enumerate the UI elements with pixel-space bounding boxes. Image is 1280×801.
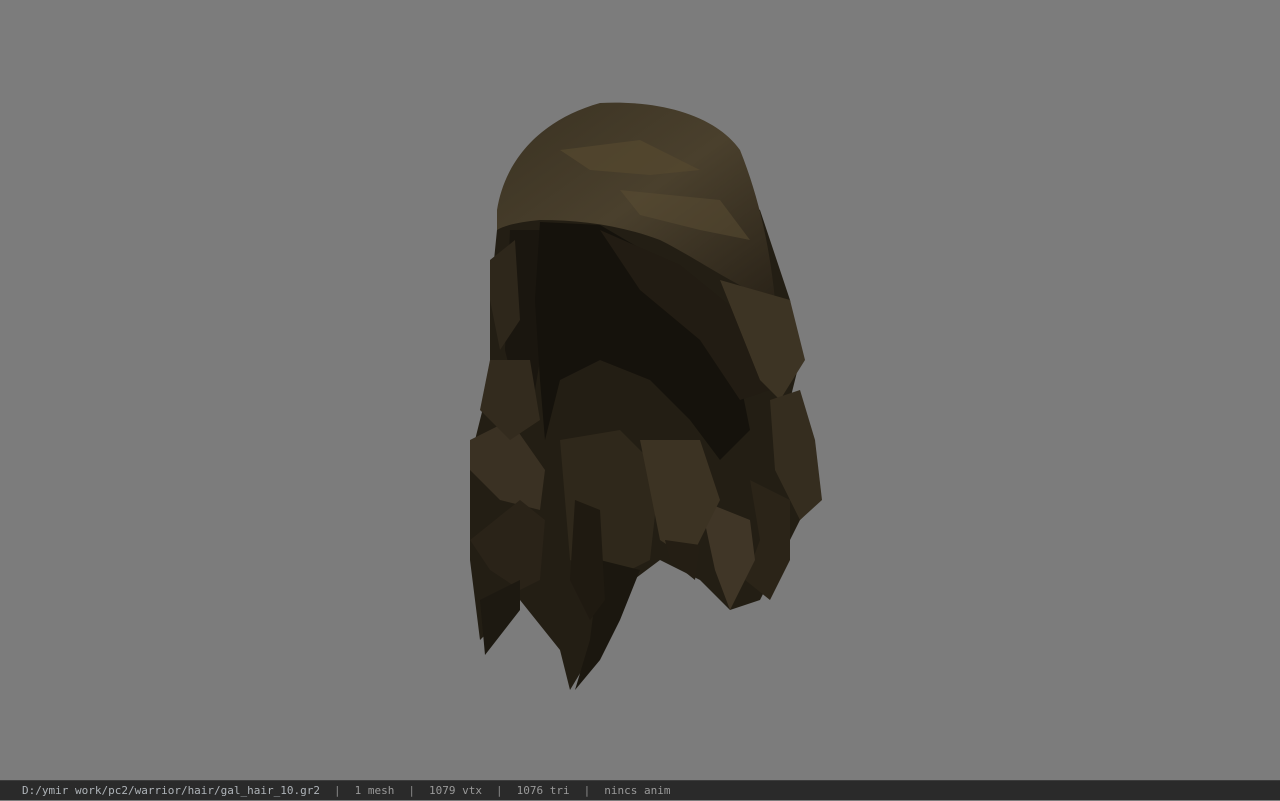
file-path: D:/ymir work/pc2/warrior/hair/gal_hair_1… [22, 784, 321, 797]
animation-info: nincs anim [604, 784, 671, 797]
status-bar: D:/ymir work/pc2/warrior/hair/gal_hair_1… [0, 780, 1280, 800]
status-separator: | [496, 784, 503, 797]
triangle-count: 1076 tri [516, 784, 570, 797]
hair-model [470, 102, 822, 690]
vertex-count: 1079 vtx [429, 784, 482, 797]
3d-viewport[interactable] [0, 0, 1280, 780]
status-separator: | [583, 784, 591, 797]
status-separator: | [408, 784, 416, 797]
status-separator: | [334, 784, 341, 797]
strand-bottom-4 [665, 540, 700, 580]
mesh-count: 1 mesh [354, 784, 395, 797]
